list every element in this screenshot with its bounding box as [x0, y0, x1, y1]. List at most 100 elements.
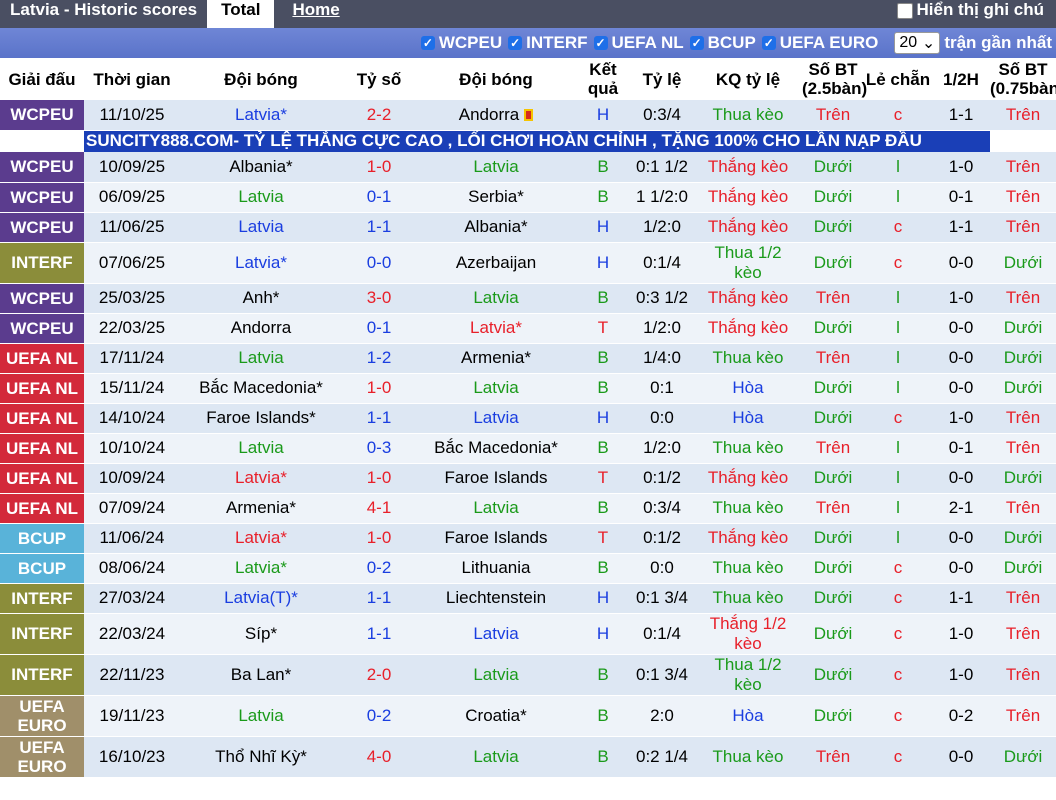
tab-total[interactable]: Total	[207, 0, 275, 28]
filter-wcpeu[interactable]: ✓ WCPEU	[420, 33, 502, 53]
over-under-0-75: Trên	[990, 182, 1056, 213]
column-header: Tỷ lệ	[630, 58, 694, 100]
handicap-odds-text: 1 1/2:0	[636, 187, 688, 206]
league-badge[interactable]: BCUP	[0, 523, 84, 554]
table-body: WCPEU 11/10/25 Latvia* 2-2 Andorra H 0:3/4 Thua…	[0, 100, 1056, 778]
league-badge[interactable]: UEFA EURO	[0, 736, 84, 778]
handicap-result: Thắng 1/2 kèo	[694, 613, 802, 655]
league-badge[interactable]: BCUP	[0, 553, 84, 584]
match-date: 07/09/24	[84, 493, 180, 524]
match-date: 22/03/25	[84, 313, 180, 344]
away-team: Andorra	[416, 100, 576, 131]
home-team: Faroe Islands*	[180, 403, 342, 434]
half-time-score-text: 0-1	[948, 438, 974, 457]
table-row[interactable]: WCPEU 06/09/25 Latvia 0-1 Serbia* B 1 1/2:0 Thắ…	[0, 182, 1056, 213]
filter-uefa-euro[interactable]: ✓ UEFA EURO	[761, 33, 878, 53]
league-badge[interactable]: WCPEU	[0, 152, 84, 183]
column-header: 1/2H	[932, 58, 990, 100]
check-icon[interactable]: ✓	[593, 36, 608, 50]
result: B	[576, 373, 630, 404]
handicap-odds-text: 0:3/4	[643, 104, 681, 124]
odd-even-text: c	[893, 705, 903, 725]
odd-even-text: l	[896, 528, 900, 547]
check-icon[interactable]: ✓	[761, 36, 776, 50]
table-row[interactable]: UEFA NL 10/09/24 Latvia* 1-0 Faroe Islands T 0…	[0, 463, 1056, 494]
table-row[interactable]: UEFA NL 15/11/24 Bắc Macedonia* 1-0 Latvia B 0…	[0, 373, 1056, 404]
table-row[interactable]: BCUP 11/06/24 Latvia* 1-0 Faroe Islands T 0:1/…	[0, 523, 1056, 554]
odd-even: l	[864, 493, 932, 524]
league-badge[interactable]: INTERF	[0, 242, 84, 284]
table-row[interactable]: WCPEU 10/09/25 Albania* 1-0 Latvia B 0:1 1/2 Th…	[0, 152, 1056, 183]
league-badge[interactable]: UEFA NL	[0, 463, 84, 494]
table-row[interactable]: WCPEU 11/10/25 Latvia* 2-2 Andorra H 0:3/4 Thua…	[0, 100, 1056, 131]
tab-home[interactable]: Home	[278, 0, 353, 28]
check-icon[interactable]: ✓	[420, 36, 435, 50]
league-badge[interactable]: UEFA NL	[0, 403, 84, 434]
home-team-text: Latvia	[238, 187, 284, 206]
handicap-result-text: Thua kèo	[712, 558, 784, 577]
match-date-text: 08/06/24	[98, 558, 166, 577]
league-badge[interactable]: WCPEU	[0, 313, 84, 344]
half-time-score-text: 0-0	[948, 252, 974, 272]
league-badge[interactable]: INTERF	[0, 583, 84, 614]
table-row[interactable]: INTERF 22/11/23 Ba Lan* 2-0 Latvia B 0:1 3/4 Th…	[0, 654, 1056, 696]
odd-even: c	[864, 654, 932, 696]
table-row[interactable]: INTERF 27/03/24 Latvia(T)* 1-1 Liechtenstein…	[0, 583, 1056, 614]
match-count-select[interactable]: 20 ⌄	[894, 32, 941, 54]
home-team: Latvia(T)*	[180, 583, 342, 614]
half-time-score-text: 0-0	[948, 468, 974, 487]
over-under-0-75: Dưới	[990, 553, 1056, 584]
column-header: Lẻ chẵn	[864, 58, 932, 100]
half-time-score: 1-0	[932, 613, 990, 655]
odd-even: l	[864, 343, 932, 374]
league-badge[interactable]: WCPEU	[0, 182, 84, 213]
filter-bcup[interactable]: ✓ BCUP	[689, 33, 756, 53]
filter-uefa-nl[interactable]: ✓ UEFA NL	[593, 33, 684, 53]
chevron-down-icon: ⌄	[921, 35, 936, 52]
league-badge[interactable]: UEFA NL	[0, 493, 84, 524]
league-badge[interactable]: INTERF	[0, 613, 84, 655]
league-badge[interactable]: UEFA EURO	[0, 695, 84, 737]
table-row[interactable]: UEFA NL 17/11/24 Latvia 1-2 Armenia* B 1/4:0 Th…	[0, 343, 1056, 374]
table-row[interactable]: UEFA NL 07/09/24 Armenia* 4-1 Latvia B 0:3/4 Th…	[0, 493, 1056, 524]
half-time-score-text: 1-1	[948, 588, 974, 607]
odd-even-text: c	[893, 217, 903, 236]
promo-banner[interactable]: SUNCITY888.COM- TỶ LỆ THẮNG CỰC CAO , LỐ…	[84, 130, 990, 152]
over-under-0-75: Trên	[990, 403, 1056, 434]
table-row[interactable]: UEFA EURO 16/10/23 Thổ Nhĩ Kỳ* 4-0 Latvia B 0:…	[0, 736, 1056, 778]
league-badge[interactable]: INTERF	[0, 654, 84, 696]
promo-row[interactable]: SUNCITY888.COM- TỶ LỆ THẮNG CỰC CAO , LỐ…	[0, 130, 1056, 152]
half-time-score: 0-0	[932, 242, 990, 284]
filter-interf[interactable]: ✓ INTERF	[508, 33, 588, 53]
table-row[interactable]: UEFA NL 10/10/24 Latvia 0-3 Bắc Macedonia* B 1…	[0, 433, 1056, 464]
away-team: Faroe Islands	[416, 523, 576, 554]
table-row[interactable]: WCPEU 11/06/25 Latvia 1-1 Albania* H 1/2:0 Thắn…	[0, 212, 1056, 243]
away-team: Latvia	[416, 736, 576, 778]
table-row[interactable]: UEFA NL 14/10/24 Faroe Islands* 1-1 Latvia H 0…	[0, 403, 1056, 434]
table-row[interactable]: WCPEU 25/03/25 Anh* 3-0 Latvia B 0:3 1/2 Thắng …	[0, 283, 1056, 314]
show-note-toggle[interactable]: Hiển thị ghi chú	[896, 0, 1056, 28]
show-note-checkbox[interactable]	[896, 3, 913, 19]
league-badge[interactable]: UEFA NL	[0, 343, 84, 374]
over-under-2-5: Dưới	[802, 654, 864, 696]
table-row[interactable]: BCUP 08/06/24 Latvia* 0-2 Lithuania B 0:0 Thua …	[0, 553, 1056, 584]
odd-even: l	[864, 313, 932, 344]
over-under-0-75-text: Trên	[1005, 104, 1041, 124]
match-date: 14/10/24	[84, 403, 180, 434]
league-badge[interactable]: WCPEU	[0, 212, 84, 243]
table-row[interactable]: INTERF 07/06/25 Latvia* 0-0 Azerbaijan H 0:1/4…	[0, 242, 1056, 284]
away-team-text: Liechtenstein	[445, 588, 547, 607]
league-badge[interactable]: UEFA NL	[0, 373, 84, 404]
table-row[interactable]: INTERF 22/03/24 Síp* 1-1 Latvia H 0:1/4 Thắng 1…	[0, 613, 1056, 655]
table-row[interactable]: WCPEU 22/03/25 Andorra 0-1 Latvia* T 1/2:0 Thắn…	[0, 313, 1056, 344]
league-badge[interactable]: WCPEU	[0, 283, 84, 314]
away-team-text: Latvia	[473, 746, 519, 766]
over-under-2-5: Dưới	[802, 613, 864, 655]
check-icon[interactable]: ✓	[508, 36, 523, 50]
odd-even: c	[864, 212, 932, 243]
league-badge[interactable]: UEFA NL	[0, 433, 84, 464]
league-badge[interactable]: WCPEU	[0, 100, 84, 131]
table-row[interactable]: UEFA EURO 19/11/23 Latvia 0-2 Croatia* B 2:0 Hò…	[0, 695, 1056, 737]
away-team-text: Albania*	[464, 217, 528, 236]
check-icon[interactable]: ✓	[689, 36, 704, 50]
